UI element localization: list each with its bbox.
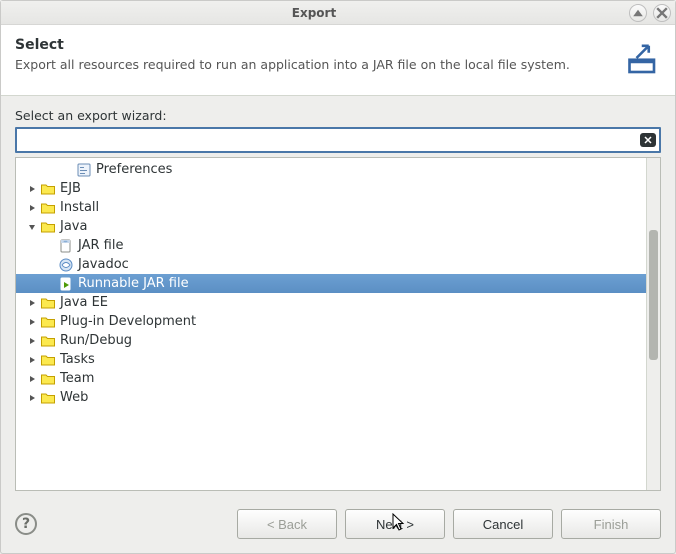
back-button[interactable]: < Back xyxy=(237,509,337,539)
tree-twisty[interactable] xyxy=(26,354,38,366)
filter-input[interactable] xyxy=(23,133,637,148)
tree-item[interactable]: Runnable JAR file xyxy=(16,274,646,293)
tree-twisty[interactable] xyxy=(26,202,38,214)
tree-twisty[interactable] xyxy=(26,297,38,309)
folder-icon xyxy=(40,390,56,406)
folder-icon xyxy=(40,200,56,216)
tree-item[interactable]: EJB xyxy=(16,179,646,198)
tree-twisty[interactable] xyxy=(26,335,38,347)
tree-item-label: Run/Debug xyxy=(60,333,132,348)
tree-item[interactable]: JAR file xyxy=(16,236,646,255)
folder-icon xyxy=(40,181,56,197)
tree-item[interactable]: Run/Debug xyxy=(16,331,646,350)
tree-item-label: Plug-in Development xyxy=(60,314,196,329)
tree-item[interactable]: Plug-in Development xyxy=(16,312,646,331)
tree-item[interactable]: Preferences xyxy=(16,160,646,179)
minimize-icon[interactable] xyxy=(629,4,647,22)
next-button[interactable]: Next > xyxy=(345,509,445,539)
tree-item-label: EJB xyxy=(60,181,81,196)
runjar-icon xyxy=(58,276,74,292)
tree-item-label: Javadoc xyxy=(78,257,129,272)
folder-icon xyxy=(40,352,56,368)
filter-label: Select an export wizard: xyxy=(15,108,661,123)
tree-item-label: Team xyxy=(60,371,94,386)
tree-item[interactable]: Team xyxy=(16,369,646,388)
folder-icon xyxy=(40,314,56,330)
prefs-icon xyxy=(76,162,92,178)
folder-icon xyxy=(40,333,56,349)
export-wizard-icon xyxy=(619,37,661,83)
tree-item-label: Web xyxy=(60,390,88,405)
tree-item-label: Install xyxy=(60,200,99,215)
wizard-tree[interactable]: Preferences EJB Install Java JAR file Javadoc… xyxy=(15,157,661,491)
tree-item-label: Java xyxy=(60,219,87,234)
tree-item[interactable]: Java xyxy=(16,217,646,236)
close-icon[interactable] xyxy=(653,4,671,22)
tree-item[interactable]: Install xyxy=(16,198,646,217)
tree-twisty[interactable] xyxy=(26,373,38,385)
tree-item[interactable]: Java EE xyxy=(16,293,646,312)
tree-item-label: Runnable JAR file xyxy=(78,276,189,291)
javadoc-icon xyxy=(58,257,74,273)
tree-item[interactable]: Web xyxy=(16,388,646,407)
tree-item[interactable]: Tasks xyxy=(16,350,646,369)
help-button[interactable]: ? xyxy=(15,513,37,535)
cancel-button[interactable]: Cancel xyxy=(453,509,553,539)
page-description: Export all resources required to run an … xyxy=(15,57,611,72)
page-title: Select xyxy=(15,37,611,53)
tree-item-label: Tasks xyxy=(60,352,95,367)
folder-icon xyxy=(40,295,56,311)
window-title: Export xyxy=(5,6,623,20)
tree-item[interactable]: Javadoc xyxy=(16,255,646,274)
clear-filter-icon[interactable] xyxy=(640,133,656,147)
tree-twisty[interactable] xyxy=(26,392,38,404)
tree-twisty[interactable] xyxy=(26,183,38,195)
tree-twisty[interactable] xyxy=(26,316,38,328)
jar-icon xyxy=(58,238,74,254)
finish-button[interactable]: Finish xyxy=(561,509,661,539)
tree-item-label: Java EE xyxy=(60,295,108,310)
tree-scrollbar[interactable] xyxy=(646,158,660,490)
folder-icon xyxy=(40,219,56,235)
tree-item-label: JAR file xyxy=(78,238,123,253)
tree-twisty[interactable] xyxy=(26,221,38,233)
tree-item-label: Preferences xyxy=(96,162,172,177)
folder-icon xyxy=(40,371,56,387)
